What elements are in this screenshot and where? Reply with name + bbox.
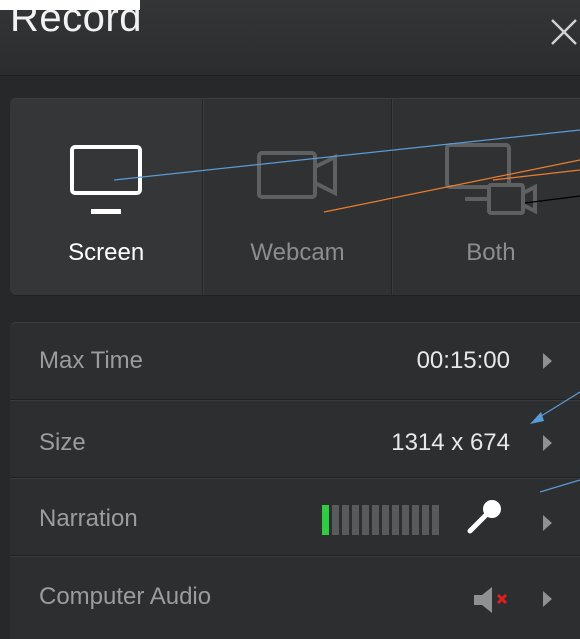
webcam-icon	[204, 143, 390, 223]
speaker-muted-icon[interactable]	[472, 585, 512, 615]
audio-level-meter	[322, 505, 439, 535]
close-icon[interactable]	[546, 14, 580, 50]
title-bar: Record	[0, 0, 580, 76]
chevron-right-icon	[543, 591, 552, 607]
page-edge	[0, 0, 140, 10]
max-time-row[interactable]: Max Time 00:15:00	[10, 323, 580, 400]
max-time-value: 00:15:00	[416, 347, 510, 374]
size-label: Size	[39, 429, 86, 456]
record-panel: Record Screen Webcam Both Max Time 00:15…	[0, 0, 580, 639]
mode-screen-button[interactable]: Screen	[10, 99, 204, 295]
chevron-right-icon	[543, 515, 552, 531]
computer-audio-row[interactable]: Computer Audio	[10, 555, 580, 631]
max-time-label: Max Time	[39, 347, 144, 374]
mode-webcam-button[interactable]: Webcam	[203, 99, 392, 295]
computer-audio-label: Computer Audio	[39, 583, 212, 610]
size-row[interactable]: Size 1314 x 674	[10, 401, 580, 478]
mode-both-button[interactable]: Both	[391, 99, 580, 295]
chevron-right-icon	[543, 435, 552, 451]
monitor-webcam-icon	[393, 143, 580, 223]
mode-label: Webcam	[250, 239, 345, 266]
monitor-icon	[10, 143, 202, 223]
size-value: 1314 x 674	[391, 429, 510, 456]
mode-label: Screen	[68, 239, 145, 266]
mode-label: Both	[466, 239, 516, 266]
capture-mode-selector: Screen Webcam Both	[10, 98, 580, 296]
chevron-right-icon	[543, 353, 552, 369]
narration-label: Narration	[39, 505, 138, 532]
narration-row[interactable]: Narration	[10, 479, 580, 556]
microphone-icon[interactable]	[464, 497, 504, 537]
settings-list: Max Time 00:15:00 Size 1314 x 674 Narrat…	[10, 322, 580, 639]
